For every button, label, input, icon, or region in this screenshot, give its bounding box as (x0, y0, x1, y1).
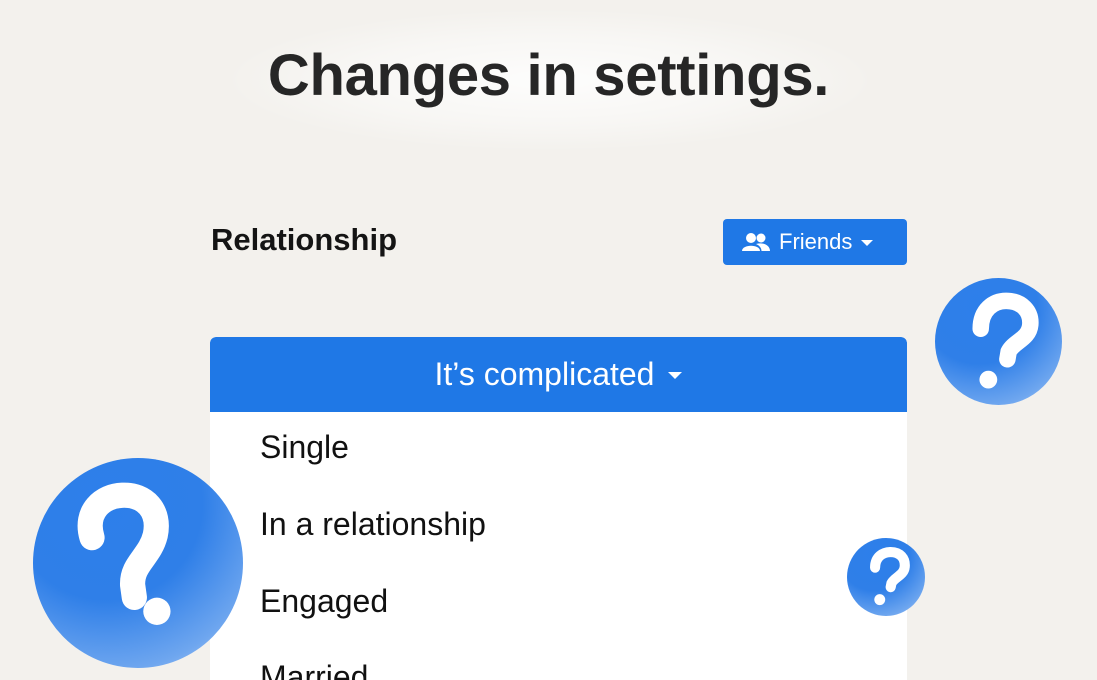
chevron-down-icon (668, 372, 683, 379)
question-bubble-icon (935, 278, 1062, 405)
relationship-label: Relationship (211, 222, 398, 257)
chevron-down-icon (861, 240, 874, 246)
privacy-friends-button[interactable]: Friends (723, 219, 907, 265)
headline: Changes in settings. (267, 43, 830, 108)
option-married[interactable]: Married (260, 659, 368, 680)
question-bubble-icon (33, 458, 243, 668)
relationship-status-dropdown: It’s complicated Single In a relationshi… (210, 337, 907, 680)
privacy-button-label: Friends (779, 229, 853, 254)
option-in-a-relationship[interactable]: In a relationship (260, 506, 486, 543)
selected-status: It’s complicated (434, 356, 655, 392)
option-engaged[interactable]: Engaged (260, 583, 388, 620)
users-icon (742, 233, 770, 251)
option-single[interactable]: Single (260, 429, 349, 466)
relationship-status-toggle[interactable]: It’s complicated (210, 337, 907, 412)
question-bubble-icon (847, 538, 925, 616)
